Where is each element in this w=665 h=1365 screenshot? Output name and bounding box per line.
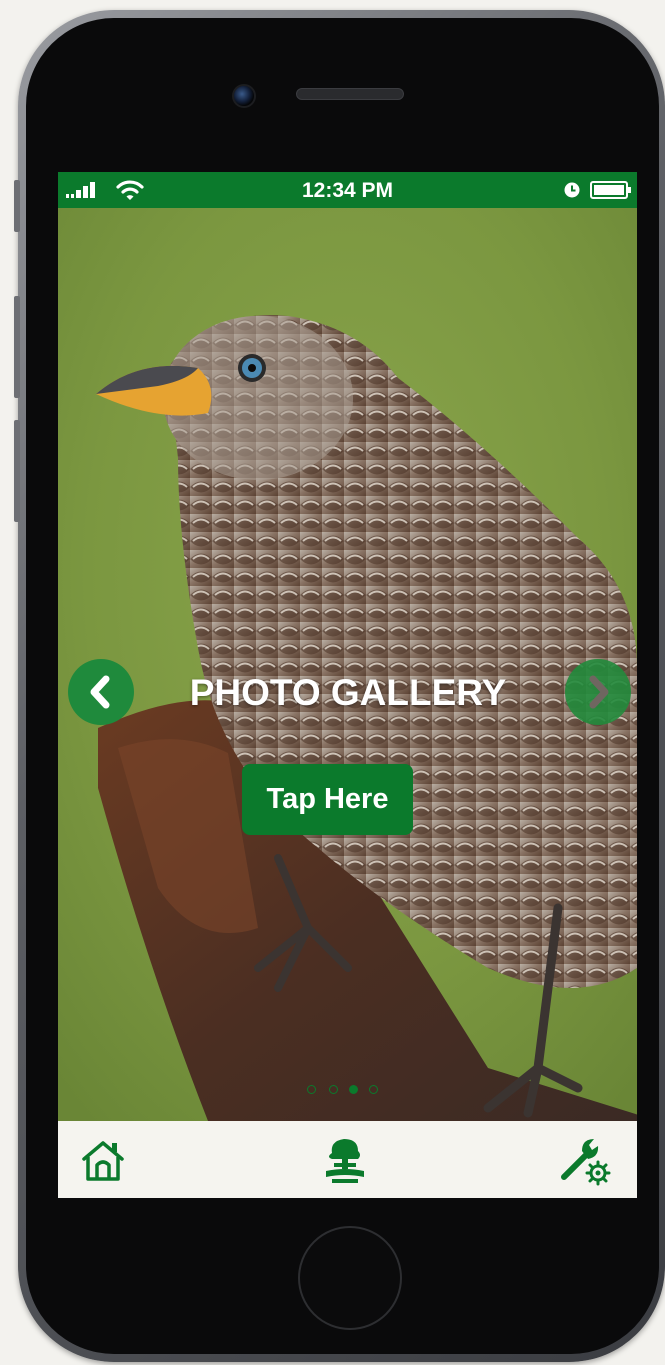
next-slide-button[interactable] <box>565 659 631 725</box>
page-dot-1[interactable] <box>307 1085 316 1094</box>
screen: 12:34 PM PHOTO GALLERY Tap Here <box>58 172 637 1198</box>
tab-main[interactable] <box>318 1133 372 1187</box>
alarm-clock-icon <box>564 182 580 198</box>
gallery-title: PHOTO GALLERY <box>189 672 507 713</box>
home-button[interactable] <box>298 1226 402 1330</box>
gallery-photo[interactable]: PHOTO GALLERY Tap Here <box>58 208 637 1121</box>
chevron-left-icon <box>90 675 110 709</box>
wrench-gear-settings-icon <box>561 1139 611 1186</box>
volume-up-button <box>14 296 20 398</box>
page-dot-3[interactable] <box>349 1085 358 1094</box>
tab-settings[interactable] <box>558 1133 612 1187</box>
tree-logo-icon <box>326 1139 364 1183</box>
previous-slide-button[interactable] <box>68 659 134 725</box>
tap-here-button[interactable]: Tap Here <box>242 764 413 835</box>
chevron-right-icon <box>589 675 609 709</box>
status-bar: 12:34 PM <box>58 172 637 208</box>
tab-home[interactable] <box>76 1133 130 1187</box>
home-icon <box>82 1141 124 1181</box>
volume-down-button <box>14 420 20 522</box>
bird-photo-image <box>58 208 637 1121</box>
earpiece-speaker <box>296 88 404 100</box>
tab-bar <box>58 1121 637 1198</box>
page-dot-2[interactable] <box>329 1085 338 1094</box>
status-time: 12:34 PM <box>301 179 394 202</box>
front-camera <box>232 84 256 108</box>
mute-switch <box>14 180 20 232</box>
page-indicator[interactable] <box>307 1085 387 1097</box>
page-dot-4[interactable] <box>369 1085 378 1094</box>
battery-icon <box>590 181 631 199</box>
